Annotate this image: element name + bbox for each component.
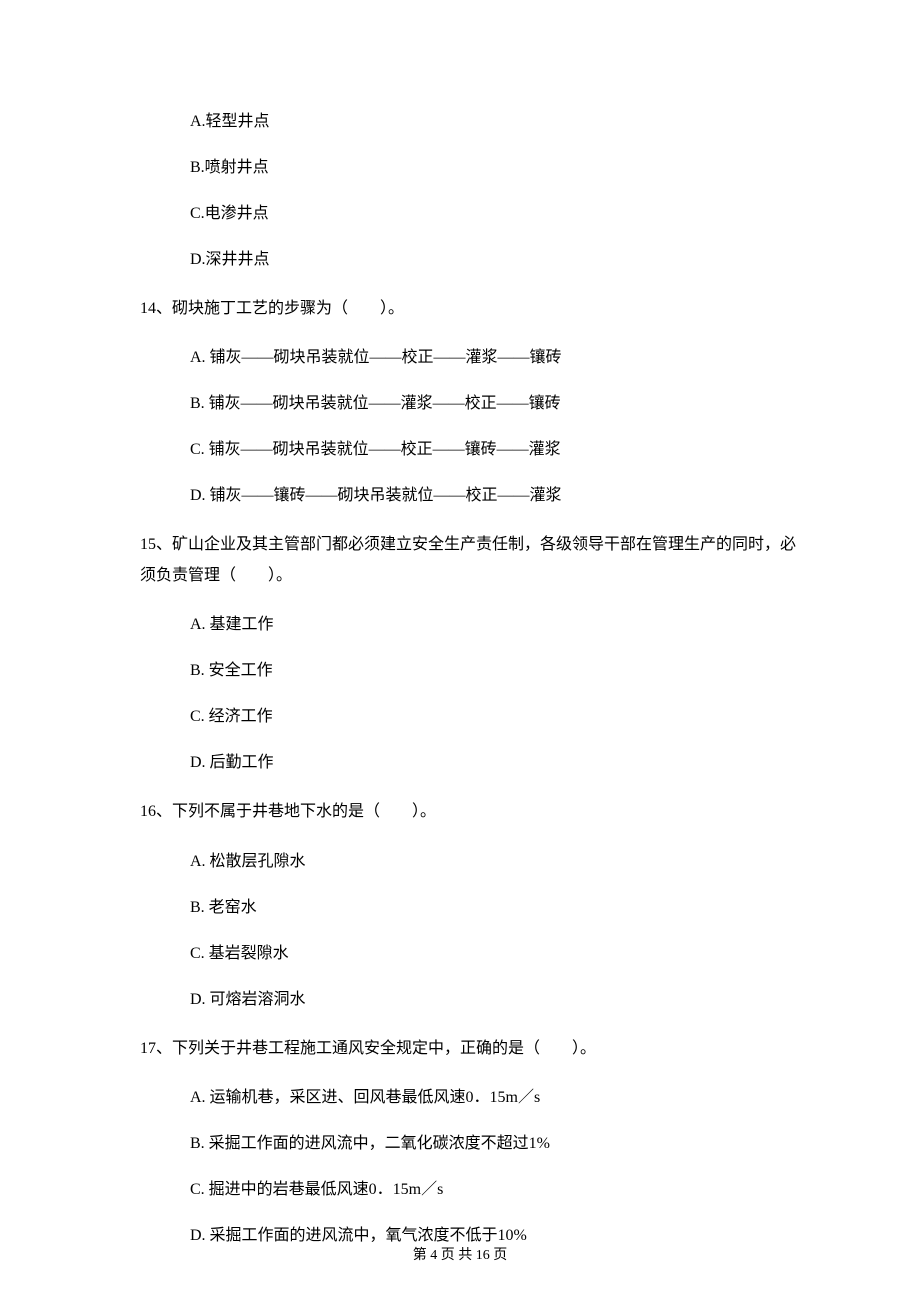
q15-option-c: C. 经济工作 [190,705,800,729]
q17-option-c: C. 掘进中的岩巷最低风速0．15m／s [190,1178,800,1202]
q15-option-b: B. 安全工作 [190,659,800,683]
q15-option-a: A. 基建工作 [190,613,800,637]
q14-option-a: A. 铺灰——砌块吊装就位——校正——灌浆——镶砖 [190,346,800,370]
q17-option-b: B. 采掘工作面的进风流中，二氧化碳浓度不超过1% [190,1132,800,1156]
q15-text: 15、矿山企业及其主管部门都必须建立安全生产责任制，各级领导干部在管理生产的同时… [140,530,800,591]
q16-option-a: A. 松散层孔隙水 [190,850,800,874]
page-footer: 第 4 页 共 16 页 [0,1244,920,1264]
q16-text: 16、下列不属于井巷地下水的是（ ）。 [140,797,800,827]
q13-option-c: C.电渗井点 [190,202,800,226]
q14-text: 14、砌块施丁工艺的步骤为（ ）。 [140,294,800,324]
q14-option-c: C. 铺灰——砌块吊装就位——校正——镶砖——灌浆 [190,438,800,462]
q17-option-a: A. 运输机巷，采区进、回风巷最低风速0．15m／s [190,1086,800,1110]
q16-option-d: D. 可熔岩溶洞水 [190,988,800,1012]
q16-option-b: B. 老窑水 [190,896,800,920]
q15-option-d: D. 后勤工作 [190,751,800,775]
q17-text: 17、下列关于井巷工程施工通风安全规定中，正确的是（ ）。 [140,1034,800,1064]
page-body: A.轻型井点 B.喷射井点 C.电渗井点 D.深井井点 14、砌块施丁工艺的步骤… [0,0,920,1248]
q16-option-c: C. 基岩裂隙水 [190,942,800,966]
q13-option-a: A.轻型井点 [190,110,800,134]
q13-option-b: B.喷射井点 [190,156,800,180]
q14-option-d: D. 铺灰——镶砖——砌块吊装就位——校正——灌浆 [190,484,800,508]
q14-option-b: B. 铺灰——砌块吊装就位——灌浆——校正——镶砖 [190,392,800,416]
q13-option-d: D.深井井点 [190,248,800,272]
